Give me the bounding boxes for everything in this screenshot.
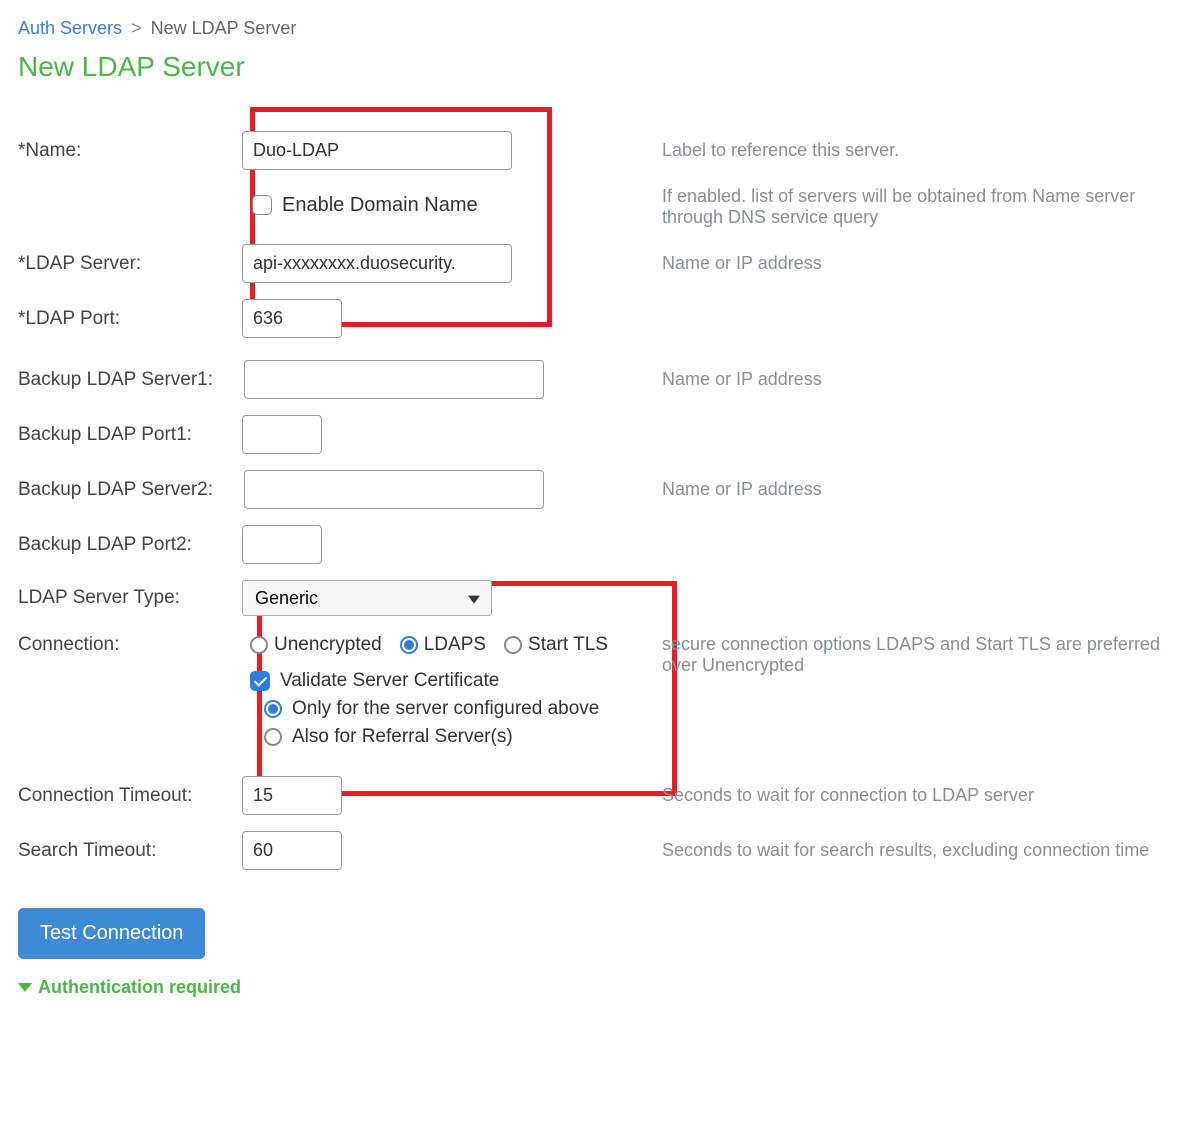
- ldap-server-input[interactable]: [242, 244, 512, 283]
- backup-port1-input[interactable]: [242, 415, 322, 454]
- connection-unencrypted-label: Unencrypted: [274, 634, 382, 656]
- validate-cert-label: Validate Server Certificate: [280, 670, 499, 692]
- backup-server1-help: Name or IP address: [662, 352, 1172, 407]
- ldap-port-label: *LDAP Port:: [18, 291, 242, 346]
- connection-unencrypted-radio[interactable]: [250, 636, 268, 654]
- backup-server2-help: Name or IP address: [662, 462, 1172, 517]
- enable-domain-label: Enable Domain Name: [282, 194, 478, 217]
- backup-server2-input[interactable]: [244, 470, 544, 509]
- connection-ldaps-label: LDAPS: [424, 634, 486, 656]
- server-type-select[interactable]: Generic: [242, 580, 492, 616]
- scope-only-radio[interactable]: [264, 700, 282, 718]
- search-timeout-input[interactable]: [242, 831, 342, 870]
- backup-server2-label: Backup LDAP Server2:: [18, 462, 242, 517]
- breadcrumb: Auth Servers > New LDAP Server: [18, 18, 1172, 39]
- scope-also-label: Also for Referral Server(s): [292, 726, 513, 748]
- backup-server1-input[interactable]: [244, 360, 544, 399]
- ldap-server-help: Name or IP address: [662, 236, 1172, 291]
- auth-required-label: Authentication required: [38, 977, 241, 998]
- ldap-server-label: *LDAP Server:: [18, 236, 242, 291]
- connection-starttls-radio[interactable]: [504, 636, 522, 654]
- breadcrumb-current: New LDAP Server: [151, 18, 297, 38]
- conn-timeout-input[interactable]: [242, 776, 342, 815]
- search-timeout-help: Seconds to wait for search results, excl…: [662, 823, 1172, 878]
- breadcrumb-parent-link[interactable]: Auth Servers: [18, 18, 122, 38]
- name-help: Label to reference this server.: [662, 123, 1172, 178]
- validate-cert-checkbox[interactable]: [250, 671, 270, 691]
- page-title: New LDAP Server: [18, 51, 1172, 83]
- test-connection-button[interactable]: Test Connection: [18, 908, 205, 959]
- search-timeout-label: Search Timeout:: [18, 823, 242, 878]
- chevron-down-icon: [18, 983, 32, 992]
- name-label: *Name:: [18, 123, 242, 178]
- auth-required-toggle[interactable]: Authentication required: [18, 977, 1172, 998]
- conn-timeout-help: Seconds to wait for connection to LDAP s…: [662, 768, 1172, 823]
- server-type-label: LDAP Server Type:: [18, 572, 242, 624]
- scope-also-radio[interactable]: [264, 728, 282, 746]
- breadcrumb-separator: >: [131, 18, 142, 38]
- backup-server1-label: Backup LDAP Server1:: [18, 352, 242, 407]
- connection-ldaps-radio[interactable]: [400, 636, 418, 654]
- backup-port1-label: Backup LDAP Port1:: [18, 407, 242, 462]
- conn-timeout-label: Connection Timeout:: [18, 768, 242, 823]
- backup-port2-label: Backup LDAP Port2:: [18, 517, 242, 572]
- connection-label: Connection:: [18, 624, 242, 768]
- connection-help: secure connection options LDAPS and Star…: [662, 624, 1172, 768]
- enable-domain-help: If enabled. list of servers will be obta…: [662, 178, 1172, 236]
- connection-starttls-label: Start TLS: [528, 634, 608, 656]
- backup-port2-input[interactable]: [242, 525, 322, 564]
- name-input[interactable]: [242, 131, 512, 170]
- enable-domain-checkbox[interactable]: [252, 195, 272, 215]
- scope-only-label: Only for the server configured above: [292, 698, 599, 720]
- ldap-port-input[interactable]: [242, 299, 342, 338]
